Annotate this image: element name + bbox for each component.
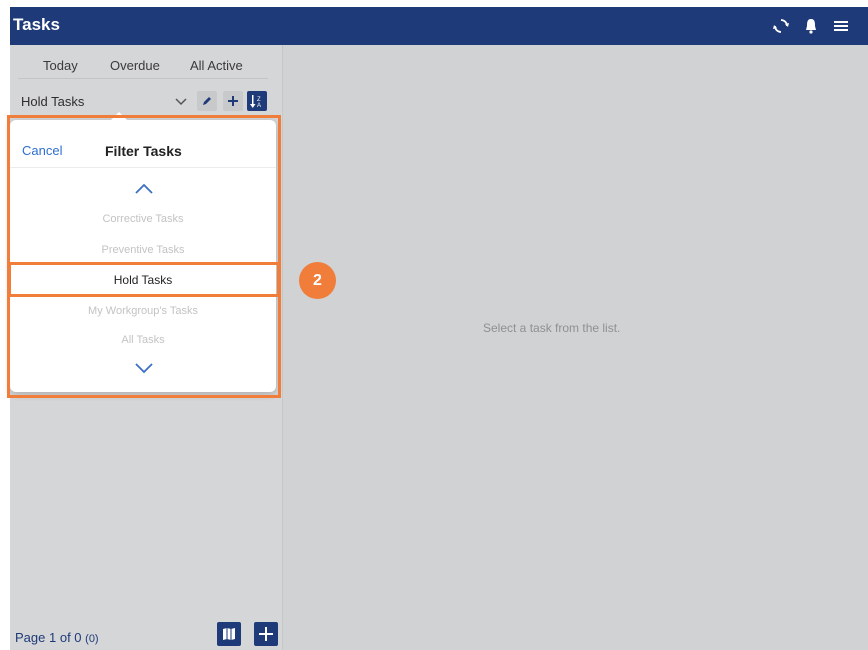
tab-all-active[interactable]: All Active — [190, 58, 243, 73]
current-filter-label[interactable]: Hold Tasks — [21, 94, 84, 109]
tab-today[interactable]: Today — [43, 58, 78, 73]
empty-state-message: Select a task from the list. — [483, 321, 621, 335]
svg-text:A: A — [257, 103, 261, 109]
chevron-down-icon[interactable] — [174, 94, 188, 108]
filter-row: Hold Tasks ZA — [10, 87, 283, 117]
pagination-footer: Page 1 of 0 (0) — [10, 618, 283, 650]
task-count: (0) — [85, 633, 99, 645]
add-task-button[interactable] — [254, 622, 278, 646]
filter-tabs: Today Overdue All Active — [18, 45, 268, 79]
callout-highlight-selection — [8, 262, 280, 297]
add-filter-button[interactable] — [223, 91, 243, 111]
app-title: Tasks — [13, 15, 60, 34]
edit-button[interactable] — [197, 91, 217, 111]
bell-icon[interactable] — [802, 17, 820, 35]
map-button[interactable] — [217, 622, 241, 646]
page-indicator: Page 1 of 0 (0) — [15, 630, 99, 645]
page-word: Page — [15, 630, 46, 645]
tab-overdue[interactable]: Overdue — [110, 58, 160, 73]
callout-highlight-popover — [7, 115, 281, 398]
page-info: 1 of 0 — [49, 630, 82, 645]
menu-icon[interactable] — [832, 17, 850, 35]
sort-button[interactable]: ZA — [247, 91, 267, 111]
sync-icon[interactable] — [772, 17, 790, 35]
top-bar: Tasks — [10, 7, 868, 45]
step-badge: 2 — [299, 262, 336, 299]
